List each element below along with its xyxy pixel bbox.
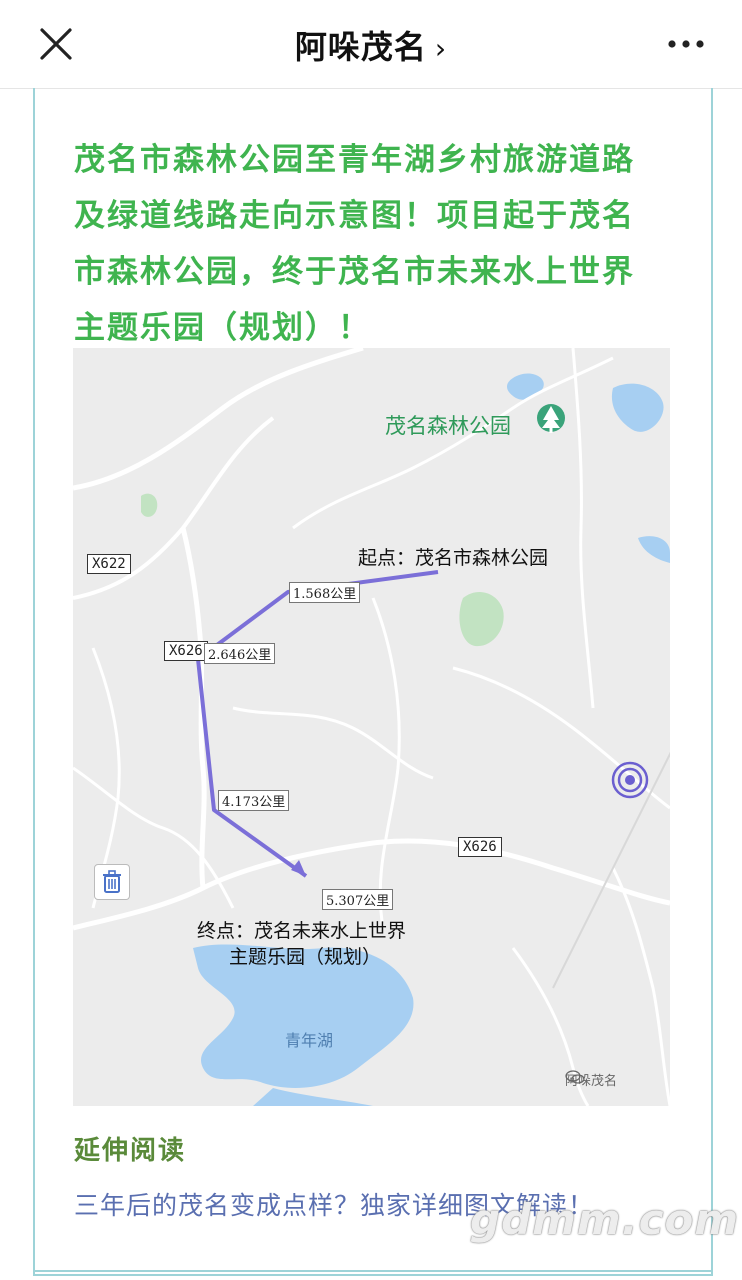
current-location-button[interactable] xyxy=(610,760,650,800)
distance-tag: 4.173公里 xyxy=(218,790,290,811)
end-point-label: 终点：茂名未来水上世界 xyxy=(197,920,407,942)
headline-line: 市森林公园，终于茂名市未来水上世界 xyxy=(74,254,635,290)
article-headline: 茂名市森林公园至青年湖乡村旅游道路 及绿道线路走向示意图！项目起于茂名 市森林公… xyxy=(74,132,674,356)
location-target-icon xyxy=(611,761,649,799)
headline-line: 茂名市森林公园至青年湖乡村旅游道路 xyxy=(74,142,635,178)
more-icon xyxy=(668,40,704,48)
route-map: 茂名森林公园 X622 X626 X626 1.568公里 2.646公里 4.… xyxy=(73,348,670,1106)
chevron-right-icon: › xyxy=(434,32,448,65)
content-frame-bottom xyxy=(33,1270,711,1272)
map-watermark: 阿哚茂名 xyxy=(565,1070,617,1089)
map-background xyxy=(73,348,670,1106)
account-title[interactable]: 阿哚茂名 › xyxy=(0,22,742,68)
headline-line: 及绿道线路走向示意图！项目起于茂名 xyxy=(74,198,635,234)
trash-icon xyxy=(103,870,121,893)
road-x626-tag: X626 xyxy=(458,837,502,857)
road-x626-tag: X626 xyxy=(164,641,208,661)
more-button[interactable] xyxy=(664,30,708,58)
account-name[interactable]: 阿哚茂名 xyxy=(295,28,427,66)
distance-tag: 1.568公里 xyxy=(289,582,361,603)
distance-tag: 2.646公里 xyxy=(204,643,276,664)
distance-tag: 5.307公里 xyxy=(322,889,394,910)
end-point-label-line2: 主题乐园（规划） xyxy=(229,946,382,968)
start-point-label: 起点：茂名市森林公园 xyxy=(358,547,549,569)
site-watermark: gdmm.com xyxy=(470,1195,740,1244)
lake-label: 青年湖 xyxy=(285,1031,334,1050)
extended-reading-heading: 延伸阅读 xyxy=(74,1136,187,1166)
delete-button[interactable] xyxy=(94,864,130,900)
wechat-icon xyxy=(565,1070,585,1084)
park-name-label: 茂名森林公园 xyxy=(385,414,511,438)
top-bar: 阿哚茂名 › xyxy=(0,0,742,89)
road-x622-tag: X622 xyxy=(87,554,131,574)
